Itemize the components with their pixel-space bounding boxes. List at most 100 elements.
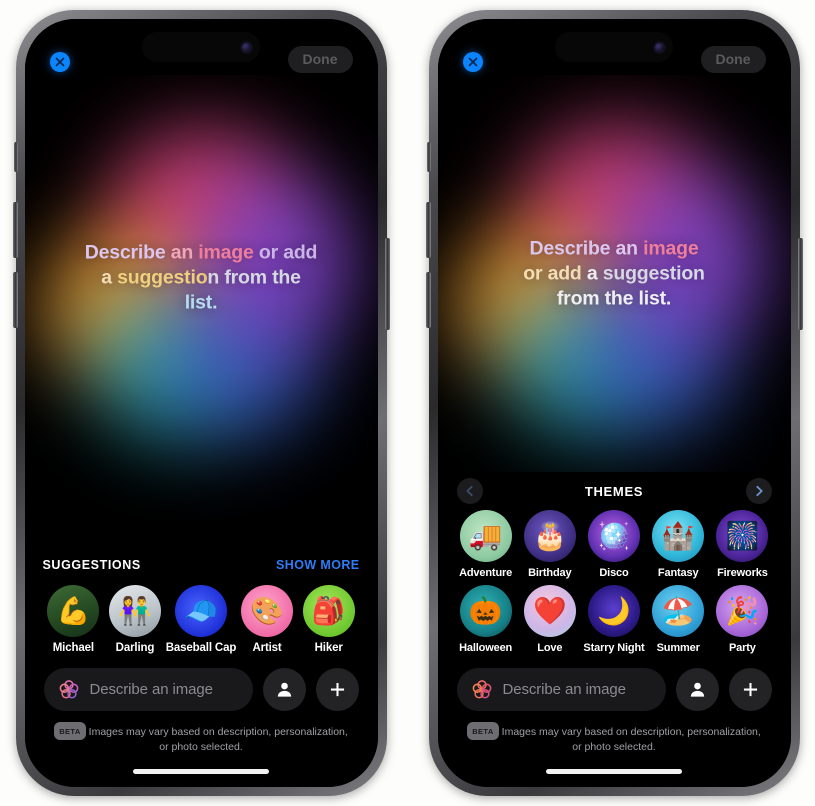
tile-label: Baseball Cap (165, 642, 237, 654)
tile-glyph: 🏰 (661, 520, 695, 551)
theme-tile[interactable]: 🏖️ Summer (646, 585, 710, 654)
tile-glyph: 🎃 (468, 595, 503, 626)
tile-glyph: ❤️ (532, 595, 567, 626)
theme-tile[interactable]: 🚚 Adventure (454, 510, 518, 579)
disco-ball-icon: 🪩 (587, 510, 640, 562)
fireworks-icon: 🎆 (716, 510, 769, 562)
party-popper-icon: 🎉 (716, 585, 769, 637)
tile-label: Fantasy (657, 567, 699, 579)
plus-icon (743, 683, 757, 697)
tile-glyph: 🪩 (597, 520, 631, 551)
couple-photo-icon: 👫 (108, 585, 161, 637)
person-icon (690, 682, 704, 697)
person-button[interactable] (675, 668, 719, 711)
canvas-prompt-hint-left: Describe an image or add a suggestion fro… (75, 240, 327, 315)
themes-grid: 🚚 Adventure 🎂 Birthday 🪩 Disco 🏰 Fantasy 🎆 Firewo… (454, 510, 775, 654)
image-playground-icon (472, 679, 491, 698)
suggestion-tile[interactable]: 🎒 Hiker (298, 585, 360, 654)
close-icon (55, 57, 64, 67)
add-button[interactable] (315, 668, 359, 711)
describe-image-input[interactable]: Describe an image (456, 668, 666, 711)
device-screen-bezel-right: Done Describe an image or add a suggestio… (437, 19, 791, 787)
theme-tile[interactable]: 🎂 Birthday (518, 510, 582, 579)
theme-tile[interactable]: 🌙 Starry Night (582, 585, 646, 654)
close-button[interactable] (49, 52, 70, 72)
canvas-hint-line: or add a suggestion (488, 261, 740, 286)
prompt-input-bar-right: Describe an image (438, 668, 791, 711)
generation-canvas-right: Describe an image or add a suggestion from… (438, 75, 791, 472)
canvas-hint-segment: Describe (84, 241, 166, 264)
suggestions-header: SUGGESTIONS SHOW MORE (43, 558, 360, 585)
tile-glyph: 🎨 (250, 595, 284, 626)
canvas-hint-segment: from the list. (556, 287, 672, 309)
add-button[interactable] (728, 668, 772, 711)
themes-next-button[interactable] (745, 478, 772, 504)
suggestion-tile[interactable]: 🧢 Baseball Cap (166, 585, 236, 654)
home-indicator-left[interactable] (25, 755, 378, 787)
suggestions-section: SUGGESTIONS SHOW MORE 💪 Michael 👫 Darling 🧢 B… (25, 558, 378, 654)
person-icon (277, 682, 291, 697)
tile-label: Hiker (314, 642, 343, 654)
power-button[interactable] (797, 238, 803, 330)
volume-down-button[interactable] (425, 272, 431, 328)
home-indicator-bar (133, 768, 269, 774)
canvas-hint-segment: an (165, 241, 199, 264)
theme-tile[interactable]: 🎆 Fireworks (710, 510, 774, 579)
tile-label: Summer (656, 642, 700, 654)
volume-up-button[interactable] (12, 202, 18, 258)
home-indicator-right[interactable] (438, 755, 791, 787)
suggestion-tile[interactable]: 💪 Michael (43, 585, 105, 654)
pumpkin-icon: 🎃 (459, 585, 512, 637)
canvas-hint-segment: Describe an (529, 237, 644, 259)
theme-tile[interactable]: 🎃 Halloween (454, 585, 518, 654)
tile-label: Adventure (459, 567, 513, 579)
themes-prev-button[interactable] (456, 478, 483, 504)
canvas-hint-segment: a (586, 262, 603, 284)
show-more-link[interactable]: SHOW MORE (276, 558, 359, 572)
suggestion-tile[interactable]: 🎨 Artist (236, 585, 298, 654)
tile-label: Starry Night (583, 642, 645, 654)
theme-tile[interactable]: 🎉 Party (710, 585, 774, 654)
describe-image-input[interactable]: Describe an image (43, 668, 253, 711)
tile-glyph: 🚚 (468, 520, 503, 551)
prompt-input-bar-left: Describe an image (25, 668, 378, 711)
suggestion-tile[interactable]: 👫 Darling (104, 585, 166, 654)
tile-glyph: 👫 (118, 595, 152, 626)
heart-icon: ❤️ (523, 585, 576, 637)
theme-tile[interactable]: 🏰 Fantasy (646, 510, 710, 579)
theme-tile[interactable]: 🪩 Disco (582, 510, 646, 579)
silent-switch[interactable] (426, 142, 431, 172)
power-button[interactable] (384, 238, 390, 330)
canvas-hint-segment: a (101, 266, 118, 289)
tile-glyph: 🎆 (725, 520, 760, 551)
tile-label: Halloween (459, 642, 513, 654)
theme-tile[interactable]: ❤️ Love (518, 585, 582, 654)
baseball-cap-icon: 🧢 (175, 585, 227, 637)
palette-icon: 🎨 (241, 585, 294, 637)
done-button[interactable]: Done (700, 46, 766, 73)
canvas-hint-line: list. (75, 290, 327, 315)
person-button[interactable] (262, 668, 306, 711)
canvas-hint-segment: n from the (207, 266, 301, 289)
generation-canvas-left: Describe an image or add a suggestion fro… (25, 75, 378, 558)
canvas-hint-line: Describe an image (488, 236, 740, 261)
canvas-hint-line: Describe an image or add (75, 240, 327, 265)
chevron-right-icon (755, 485, 763, 497)
person-photo-icon: 💪 (47, 585, 100, 637)
beta-disclaimer-left: BETA Images may vary based on description… (25, 711, 378, 755)
close-button[interactable] (462, 52, 483, 72)
describe-image-placeholder: Describe an image (89, 681, 213, 698)
canvas-hint-segment: suggestion (602, 262, 705, 284)
suggestions-title: SUGGESTIONS (42, 558, 141, 572)
image-playground-screen-left: Done Describe an image or add a suggestio… (24, 19, 378, 787)
beach-icon: 🏖️ (652, 585, 705, 637)
canvas-hint-line: from the list. (488, 286, 740, 311)
done-button[interactable]: Done (287, 46, 353, 73)
canvas-hint-segment: list. (184, 291, 218, 314)
silent-switch[interactable] (13, 142, 18, 172)
describe-image-placeholder: Describe an image (502, 681, 626, 698)
tile-glyph: 🎂 (532, 520, 567, 551)
volume-down-button[interactable] (12, 272, 18, 328)
beta-badge: BETA (467, 722, 499, 740)
volume-up-button[interactable] (425, 202, 431, 258)
